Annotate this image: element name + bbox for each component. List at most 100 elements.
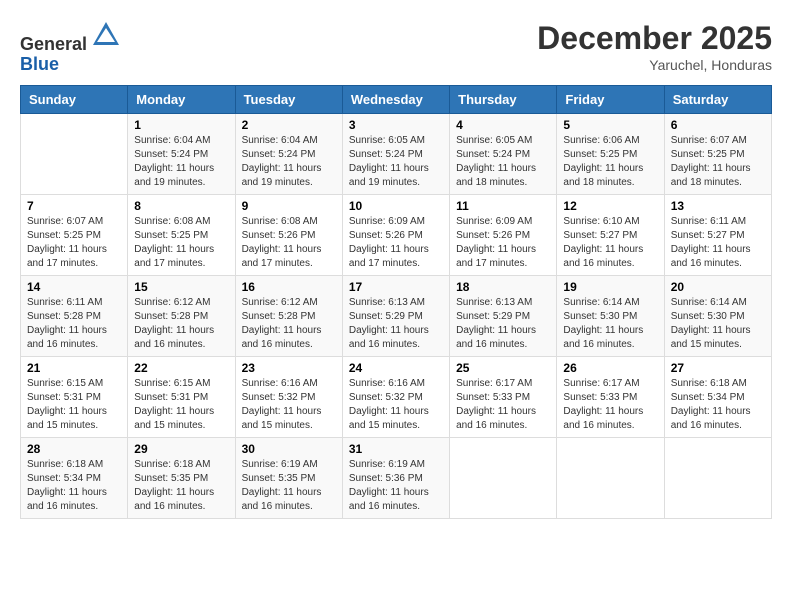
day-info: Sunrise: 6:11 AMSunset: 5:28 PMDaylight:… — [27, 296, 121, 352]
day-info: Sunrise: 6:11 AMSunset: 5:27 PMDaylight:… — [671, 215, 765, 271]
day-number: 29 — [134, 442, 228, 456]
day-info: Sunrise: 6:06 AMSunset: 5:25 PMDaylight:… — [563, 134, 657, 190]
day-number: 21 — [27, 361, 121, 375]
weekday-header-saturday: Saturday — [664, 85, 771, 113]
day-info: Sunrise: 6:13 AMSunset: 5:29 PMDaylight:… — [349, 296, 443, 352]
day-number: 26 — [563, 361, 657, 375]
day-number: 7 — [27, 199, 121, 213]
day-number: 19 — [563, 280, 657, 294]
day-info: Sunrise: 6:08 AMSunset: 5:26 PMDaylight:… — [242, 215, 336, 271]
day-number: 16 — [242, 280, 336, 294]
weekday-header-thursday: Thursday — [450, 85, 557, 113]
calendar-cell: 21Sunrise: 6:15 AMSunset: 5:31 PMDayligh… — [21, 356, 128, 437]
calendar-cell: 7Sunrise: 6:07 AMSunset: 5:25 PMDaylight… — [21, 194, 128, 275]
day-number: 6 — [671, 118, 765, 132]
calendar-cell: 30Sunrise: 6:19 AMSunset: 5:35 PMDayligh… — [235, 437, 342, 518]
day-info: Sunrise: 6:04 AMSunset: 5:24 PMDaylight:… — [134, 134, 228, 190]
calendar-cell: 25 Sunrise: 6:17 AMSunset: 5:33 PMDayligh… — [450, 356, 557, 437]
day-info: Sunrise: 6:05 AMSunset: 5:24 PMDaylight:… — [456, 134, 550, 190]
day-number: 15 — [134, 280, 228, 294]
calendar-cell: 31 Sunrise: 6:19 AMSunset: 5:36 PMDayligh… — [342, 437, 449, 518]
day-info: Sunrise: 6:12 AMSunset: 5:28 PMDaylight:… — [134, 296, 228, 352]
day-info: Sunrise: 6:18 AMSunset: 5:34 PMDaylight:… — [27, 458, 121, 514]
day-info: Sunrise: 6:16 AMSunset: 5:32 PMDaylight:… — [242, 377, 336, 433]
day-number: 24 — [349, 361, 443, 375]
calendar-cell — [21, 113, 128, 194]
logo-blue-text: Blue — [20, 54, 59, 74]
day-number: 14 — [27, 280, 121, 294]
calendar-cell: 9 Sunrise: 6:08 AMSunset: 5:26 PMDaylight… — [235, 194, 342, 275]
day-number: 27 — [671, 361, 765, 375]
calendar-table: SundayMondayTuesdayWednesdayThursdayFrid… — [20, 85, 772, 519]
day-info: Sunrise: 6:07 AMSunset: 5:25 PMDaylight:… — [671, 134, 765, 190]
day-info: Sunrise: 6:18 AMSunset: 5:34 PMDaylight:… — [671, 377, 765, 433]
calendar-cell: 8 Sunrise: 6:08 AMSunset: 5:25 PMDaylight… — [128, 194, 235, 275]
calendar-cell: 5 Sunrise: 6:06 AMSunset: 5:25 PMDaylight… — [557, 113, 664, 194]
day-info: Sunrise: 6:13 AMSunset: 5:29 PMDaylight:… — [456, 296, 550, 352]
day-info: Sunrise: 6:14 AMSunset: 5:30 PMDaylight:… — [563, 296, 657, 352]
calendar-cell: 13Sunrise: 6:11 AMSunset: 5:27 PMDayligh… — [664, 194, 771, 275]
calendar-cell: 28 Sunrise: 6:18 AMSunset: 5:34 PMDayligh… — [21, 437, 128, 518]
weekday-header-tuesday: Tuesday — [235, 85, 342, 113]
calendar-cell: 29 Sunrise: 6:18 AMSunset: 5:35 PMDayligh… — [128, 437, 235, 518]
day-number: 22 — [134, 361, 228, 375]
calendar-cell: 27 Sunrise: 6:18 AMSunset: 5:34 PMDayligh… — [664, 356, 771, 437]
day-number: 17 — [349, 280, 443, 294]
calendar-week-row: 21Sunrise: 6:15 AMSunset: 5:31 PMDayligh… — [21, 356, 772, 437]
day-info: Sunrise: 6:05 AMSunset: 5:24 PMDaylight:… — [349, 134, 443, 190]
day-info: Sunrise: 6:12 AMSunset: 5:28 PMDaylight:… — [242, 296, 336, 352]
day-info: Sunrise: 6:10 AMSunset: 5:27 PMDaylight:… — [563, 215, 657, 271]
day-number: 9 — [242, 199, 336, 213]
logo-general-text: General — [20, 34, 87, 54]
calendar-cell: 1 Sunrise: 6:04 AMSunset: 5:24 PMDaylight… — [128, 113, 235, 194]
day-number: 5 — [563, 118, 657, 132]
day-info: Sunrise: 6:18 AMSunset: 5:35 PMDaylight:… — [134, 458, 228, 514]
day-number: 28 — [27, 442, 121, 456]
calendar-cell: 26 Sunrise: 6:17 AMSunset: 5:33 PMDayligh… — [557, 356, 664, 437]
logo-icon — [91, 20, 121, 50]
day-number: 31 — [349, 442, 443, 456]
calendar-cell: 20Sunrise: 6:14 AMSunset: 5:30 PMDayligh… — [664, 275, 771, 356]
day-info: Sunrise: 6:04 AMSunset: 5:24 PMDaylight:… — [242, 134, 336, 190]
day-number: 12 — [563, 199, 657, 213]
day-info: Sunrise: 6:19 AMSunset: 5:36 PMDaylight:… — [349, 458, 443, 514]
calendar-cell — [664, 437, 771, 518]
day-number: 8 — [134, 199, 228, 213]
calendar-cell: 12 Sunrise: 6:10 AMSunset: 5:27 PMDayligh… — [557, 194, 664, 275]
page-header: General Blue December 2025 Yaruchel, Hon… — [20, 20, 772, 75]
calendar-cell: 19 Sunrise: 6:14 AMSunset: 5:30 PMDayligh… — [557, 275, 664, 356]
calendar-cell: 17 Sunrise: 6:13 AMSunset: 5:29 PMDayligh… — [342, 275, 449, 356]
calendar-week-row: 14 Sunrise: 6:11 AMSunset: 5:28 PMDayligh… — [21, 275, 772, 356]
calendar-cell: 23Sunrise: 6:16 AMSunset: 5:32 PMDayligh… — [235, 356, 342, 437]
calendar-cell: 10Sunrise: 6:09 AMSunset: 5:26 PMDayligh… — [342, 194, 449, 275]
calendar-cell — [450, 437, 557, 518]
day-number: 11 — [456, 199, 550, 213]
day-info: Sunrise: 6:17 AMSunset: 5:33 PMDaylight:… — [456, 377, 550, 433]
calendar-week-row: 7Sunrise: 6:07 AMSunset: 5:25 PMDaylight… — [21, 194, 772, 275]
day-number: 4 — [456, 118, 550, 132]
calendar-week-row: 1 Sunrise: 6:04 AMSunset: 5:24 PMDaylight… — [21, 113, 772, 194]
day-number: 25 — [456, 361, 550, 375]
calendar-cell: 2 Sunrise: 6:04 AMSunset: 5:24 PMDaylight… — [235, 113, 342, 194]
day-number: 1 — [134, 118, 228, 132]
weekday-header-sunday: Sunday — [21, 85, 128, 113]
weekday-header-monday: Monday — [128, 85, 235, 113]
month-title: December 2025 — [537, 20, 772, 57]
weekday-header-wednesday: Wednesday — [342, 85, 449, 113]
calendar-cell: 6 Sunrise: 6:07 AMSunset: 5:25 PMDaylight… — [664, 113, 771, 194]
calendar-cell: 22Sunrise: 6:15 AMSunset: 5:31 PMDayligh… — [128, 356, 235, 437]
calendar-cell: 3Sunrise: 6:05 AMSunset: 5:24 PMDaylight… — [342, 113, 449, 194]
day-number: 18 — [456, 280, 550, 294]
day-info: Sunrise: 6:16 AMSunset: 5:32 PMDaylight:… — [349, 377, 443, 433]
day-number: 10 — [349, 199, 443, 213]
calendar-cell: 18 Sunrise: 6:13 AMSunset: 5:29 PMDayligh… — [450, 275, 557, 356]
day-info: Sunrise: 6:14 AMSunset: 5:30 PMDaylight:… — [671, 296, 765, 352]
calendar-cell: 24 Sunrise: 6:16 AMSunset: 5:32 PMDayligh… — [342, 356, 449, 437]
calendar-week-row: 28 Sunrise: 6:18 AMSunset: 5:34 PMDayligh… — [21, 437, 772, 518]
day-info: Sunrise: 6:08 AMSunset: 5:25 PMDaylight:… — [134, 215, 228, 271]
title-block: December 2025 Yaruchel, Honduras — [537, 20, 772, 73]
day-number: 2 — [242, 118, 336, 132]
day-info: Sunrise: 6:17 AMSunset: 5:33 PMDaylight:… — [563, 377, 657, 433]
calendar-cell: 16 Sunrise: 6:12 AMSunset: 5:28 PMDayligh… — [235, 275, 342, 356]
weekday-header-friday: Friday — [557, 85, 664, 113]
